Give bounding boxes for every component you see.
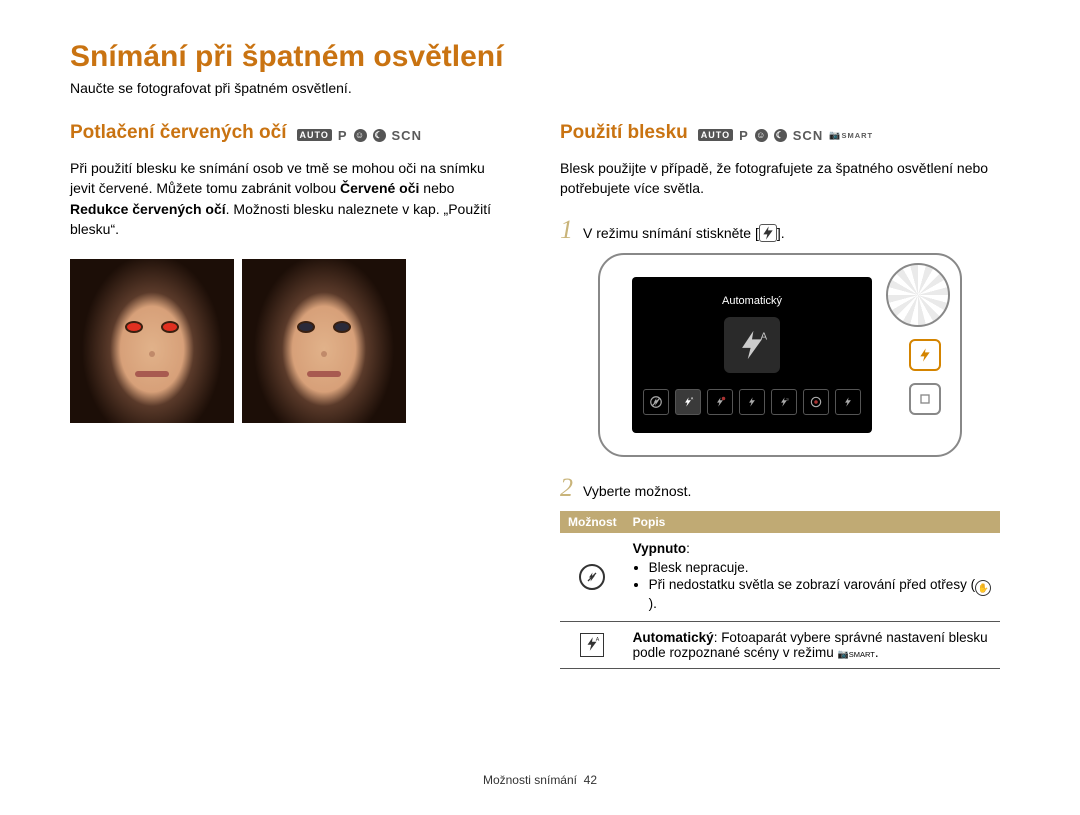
camera-illustration: Automatický A A S	[598, 253, 962, 457]
column-redeye: Potlačení červených očí AUTO P ☺ ☾ SCN P…	[70, 122, 510, 669]
table-row: Vypnuto: Blesk nepracuje. Při nedostatku…	[560, 533, 1000, 622]
redeye-body: Při použití blesku ke snímání osob ve tm…	[70, 158, 510, 239]
lcd-opt-redeye	[707, 389, 733, 415]
mode-portrait-icon: ☺	[354, 129, 367, 142]
svg-text:A: A	[596, 637, 600, 643]
mode-auto-icon: AUTO	[297, 129, 332, 141]
flash-button-icon	[759, 224, 777, 242]
mode-badges-flash: AUTO P ☺ ☾ SCN 📷SMART	[698, 128, 873, 143]
row-bullet: Blesk nepracuje.	[649, 560, 992, 575]
step-1-number: 1	[560, 217, 573, 243]
example-photo-redeye	[70, 259, 234, 423]
heading-flash: Použití blesku	[560, 122, 688, 144]
camera-lcd: Automatický A A S	[632, 277, 872, 433]
mode-badges-redeye: AUTO P ☺ ☾ SCN	[297, 128, 422, 143]
table-row: A Automatický: Fotoaparát vybere správné…	[560, 622, 1000, 669]
mode-smart-icon: 📷SMART	[838, 649, 875, 660]
column-flash: Použití blesku AUTO P ☺ ☾ SCN 📷SMART Ble…	[560, 122, 1000, 669]
lcd-opt-auto: A	[675, 389, 701, 415]
flash-smart-auto-icon: A	[580, 633, 604, 658]
lcd-opt-extra	[835, 389, 861, 415]
table-head-desc: Popis	[625, 511, 1000, 533]
mode-p-icon: P	[739, 128, 749, 143]
lcd-opt-fill	[739, 389, 765, 415]
lcd-opt-slow: S	[771, 389, 797, 415]
example-photo-row	[70, 259, 510, 423]
flash-options-table: Možnost Popis Vypnuto: Blesk nepracuje. …	[560, 511, 1000, 670]
step-1: 1 V režimu snímání stiskněte [ ].	[560, 217, 1000, 243]
heading-redeye: Potlačení červených očí	[70, 122, 287, 144]
camera-mode-dial	[886, 263, 950, 327]
flash-off-icon	[579, 564, 605, 590]
step-2-number: 2	[560, 475, 573, 501]
mode-p-icon: P	[338, 128, 348, 143]
flash-body: Blesk použijte v případě, že fotografuje…	[560, 158, 1000, 199]
page-footer: Možnosti snímání 42	[0, 773, 1080, 787]
mode-night-icon: ☾	[373, 129, 386, 142]
shake-warning-icon: ✋	[975, 580, 991, 596]
svg-text:A: A	[691, 396, 694, 400]
row-title: Vypnuto	[633, 541, 687, 556]
row-desc: Automatický: Fotoaparát vybere správné n…	[625, 622, 1000, 669]
lcd-opt-off	[643, 389, 669, 415]
table-head-option: Možnost	[560, 511, 625, 533]
mode-scn-icon: SCN	[793, 128, 823, 143]
mode-smart-icon: 📷SMART	[829, 130, 873, 141]
svg-text:S: S	[786, 397, 789, 401]
mode-scn-icon: SCN	[392, 128, 422, 143]
lcd-selected-icon: A	[724, 317, 780, 373]
lcd-option-row: A S	[643, 389, 861, 415]
svg-text:A: A	[761, 331, 768, 342]
example-photo-corrected	[242, 259, 406, 423]
mode-portrait-icon: ☺	[755, 129, 768, 142]
mode-night-icon: ☾	[774, 129, 787, 142]
lcd-opt-redeye-fix	[803, 389, 829, 415]
camera-flash-button	[909, 339, 941, 371]
mode-auto-icon: AUTO	[698, 129, 733, 141]
camera-other-button	[909, 383, 941, 415]
page-lead: Naučte se fotografovat při špatném osvět…	[70, 80, 1010, 96]
page-title: Snímání při špatném osvětlení	[70, 40, 1010, 74]
row-bullet: Při nedostatku světla se zobrazí varován…	[649, 577, 992, 612]
step-2: 2 Vyberte možnost.	[560, 475, 1000, 501]
lcd-mode-label: Automatický	[722, 295, 782, 307]
